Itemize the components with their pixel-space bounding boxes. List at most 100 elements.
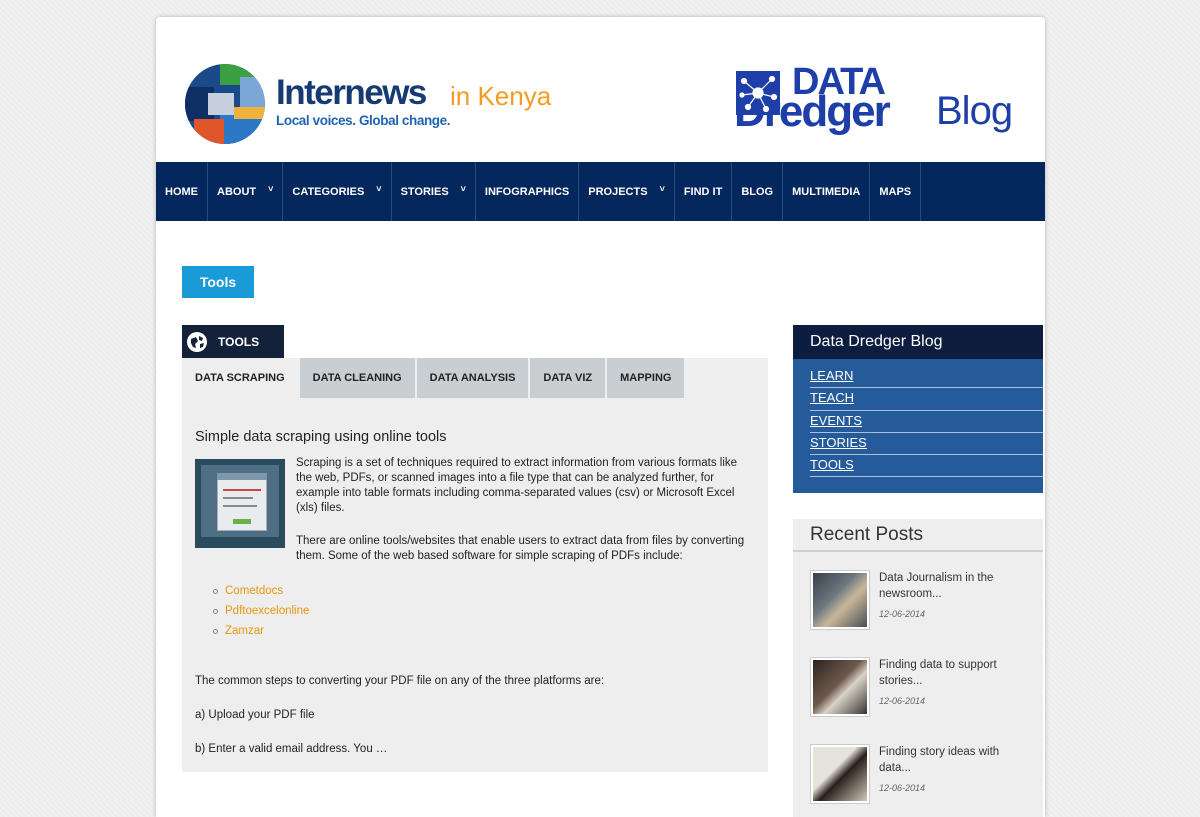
thumbnail-line bbox=[223, 489, 261, 491]
bullet-icon bbox=[213, 628, 218, 634]
nav-item-label: INFOGRAPHICS bbox=[484, 185, 570, 198]
page-container: Internews in Kenya Local voices. Global … bbox=[156, 17, 1045, 817]
nav-item-label: CATEGORIES bbox=[292, 185, 365, 198]
article-paragraph-1: Scraping is a set of techniques required… bbox=[296, 456, 737, 516]
nav-item-label: BLOG bbox=[741, 185, 774, 198]
text-line: them. Some of the web based software for… bbox=[296, 550, 683, 562]
text-line: There are online tools/websites that ena… bbox=[296, 535, 745, 547]
article-paragraph-3: The common steps to converting your PDF … bbox=[195, 675, 605, 687]
tool-links-list: Cometdocs Pdftoexcelonline Zamzar bbox=[213, 581, 309, 641]
thumbnail-button bbox=[233, 519, 251, 524]
globe-icon bbox=[187, 331, 207, 352]
article-paragraph-5: b) Enter a valid email address. You … bbox=[195, 743, 388, 755]
thumbnail-dialog-bar bbox=[217, 473, 267, 480]
tools-panel: DATA SCRAPING DATA CLEANING DATA ANALYSIS D… bbox=[182, 358, 768, 772]
post-title-line: stories... bbox=[879, 675, 923, 687]
sidebar-blog-title: Data Dredger Blog bbox=[793, 325, 1043, 359]
nav-item-categories[interactable]: CATEGORIES ˅ bbox=[283, 162, 392, 221]
tab-data-viz[interactable]: DATA VIZ bbox=[530, 358, 606, 398]
post-title-line: Finding data to support bbox=[879, 659, 997, 671]
text-line: (xls) files. bbox=[296, 502, 345, 514]
tab-mapping[interactable]: MAPPING bbox=[607, 358, 685, 398]
post-title[interactable]: Data Journalism in the newsroom... bbox=[879, 570, 1029, 602]
post-date: 12-06-2014 bbox=[879, 783, 926, 793]
post-thumbnail[interactable] bbox=[810, 570, 870, 630]
thumbnail-line bbox=[223, 505, 257, 507]
nav-item-label: MULTIMEDIA bbox=[792, 185, 861, 198]
nav-item-label: MAPS bbox=[879, 185, 912, 198]
tab-data-analysis[interactable]: DATA ANALYSIS bbox=[416, 358, 529, 398]
nav-item-label: FIND IT bbox=[683, 185, 723, 198]
text-line: the web, PDFs, or scanned images into a … bbox=[296, 472, 715, 484]
sidebar-blog-links: LEARN TEACH EVENTS STORIES TOOLS bbox=[793, 359, 1043, 493]
post-date: 12-06-2014 bbox=[879, 696, 926, 706]
recent-posts-widget: Recent Posts Data Journalism in the news… bbox=[793, 519, 1043, 817]
nav-item-about[interactable]: ABOUT ˅ bbox=[208, 162, 284, 221]
internews-wordmark: Internews bbox=[276, 73, 427, 112]
sidebar-link-stories[interactable]: STORIES bbox=[810, 433, 1043, 456]
text-line: example into table formats including com… bbox=[296, 487, 735, 499]
tool-link-zamzar[interactable]: Zamzar bbox=[213, 621, 309, 641]
post-date: 12-06-2014 bbox=[879, 609, 926, 619]
chevron-down-icon: ˅ bbox=[460, 183, 466, 194]
post-thumbnail[interactable] bbox=[810, 657, 870, 717]
tools-panel-title: TOOLS bbox=[218, 334, 260, 349]
bullet-icon bbox=[213, 588, 218, 594]
nav-item-blog[interactable]: BLOG bbox=[732, 162, 784, 221]
tool-link-label: Cometdocs bbox=[225, 585, 284, 597]
bullet-icon bbox=[213, 608, 218, 614]
tools-panel-header: TOOLS bbox=[182, 325, 284, 358]
internews-globe-icon bbox=[185, 64, 265, 144]
page-title-badge: Tools bbox=[182, 266, 254, 298]
chevron-down-icon: ˅ bbox=[659, 183, 665, 194]
sidebar-link-teach[interactable]: TEACH bbox=[810, 388, 1043, 411]
data-dredger-logo[interactable]: DATA Dredger Blog bbox=[734, 61, 1019, 136]
recent-post-item: Data Journalism in the newsroom... 12-06… bbox=[810, 570, 1035, 630]
tool-link-label: Pdftoexcelonline bbox=[225, 605, 310, 617]
article-paragraph-4: a) Upload your PDF file bbox=[195, 709, 315, 721]
text-line: Scraping is a set of techniques required… bbox=[296, 457, 738, 469]
nav-item-projects[interactable]: PROJECTS ˅ bbox=[579, 162, 675, 221]
tool-link-pdftoexcelonline[interactable]: Pdftoexcelonline bbox=[213, 601, 309, 621]
nav-item-label: ABOUT bbox=[217, 185, 257, 198]
site-header: Internews in Kenya Local voices. Global … bbox=[156, 17, 1045, 162]
tool-link-cometdocs[interactable]: Cometdocs bbox=[213, 581, 309, 601]
nav-item-infographics[interactable]: INFOGRAPHICS bbox=[476, 162, 580, 221]
article-thumbnail[interactable] bbox=[195, 459, 285, 548]
nav-item-maps[interactable]: MAPS bbox=[870, 162, 922, 221]
tab-data-cleaning[interactable]: DATA CLEANING bbox=[299, 358, 415, 398]
chevron-down-icon: ˅ bbox=[268, 183, 274, 194]
recent-post-item: Finding story ideas with data... 12-06-2… bbox=[810, 744, 1035, 804]
sidebar-link-events[interactable]: EVENTS bbox=[810, 411, 1043, 433]
nav-item-home[interactable]: HOME bbox=[156, 162, 208, 221]
nav-item-multimedia[interactable]: MULTIMEDIA bbox=[783, 162, 871, 221]
post-title-line: data... bbox=[879, 762, 911, 774]
dd-logo-blog-word: Blog bbox=[936, 89, 1013, 133]
post-thumbnail-image bbox=[813, 747, 867, 801]
recent-posts-title: Recent Posts bbox=[793, 519, 1043, 552]
post-title[interactable]: Finding story ideas with data... bbox=[879, 744, 1029, 776]
sidebar-link-tools[interactable]: TOOLS bbox=[810, 455, 1043, 478]
internews-logo[interactable]: Internews in Kenya Local voices. Global … bbox=[184, 63, 554, 145]
nav-item-stories[interactable]: STORIES ˅ bbox=[392, 162, 476, 221]
tools-tabs: DATA SCRAPING DATA CLEANING DATA ANALYSIS D… bbox=[182, 358, 768, 398]
thumbnail-line bbox=[223, 497, 253, 499]
chevron-down-icon: ˅ bbox=[376, 183, 382, 194]
tab-data-scraping[interactable]: DATA SCRAPING bbox=[182, 358, 298, 398]
main-navigation: HOME ABOUT ˅ CATEGORIES ˅ STORIES ˅ INFOGRAPHIC… bbox=[156, 162, 1045, 221]
nav-item-label: PROJECTS bbox=[588, 185, 648, 198]
location-label: in Kenya bbox=[450, 81, 552, 111]
tool-link-label: Zamzar bbox=[225, 625, 264, 637]
post-title-line: Data Journalism in the bbox=[879, 572, 994, 584]
brand-tagline: Local voices. Global change. bbox=[276, 113, 451, 128]
post-thumbnail-image bbox=[813, 573, 867, 627]
article-paragraph-2: There are online tools/websites that ena… bbox=[296, 534, 744, 564]
post-title[interactable]: Finding data to support stories... bbox=[879, 657, 1029, 689]
post-thumbnail[interactable] bbox=[810, 744, 870, 804]
article-title[interactable]: Simple data scraping using online tools bbox=[195, 429, 446, 445]
nav-item-label: STORIES bbox=[400, 185, 449, 198]
post-title-line: Finding story ideas with bbox=[879, 746, 1000, 758]
sidebar-link-learn[interactable]: LEARN bbox=[810, 366, 1043, 389]
recent-post-item: Finding data to support stories... 12-06… bbox=[810, 657, 1035, 717]
nav-item-find-it[interactable]: FIND IT bbox=[675, 162, 733, 221]
